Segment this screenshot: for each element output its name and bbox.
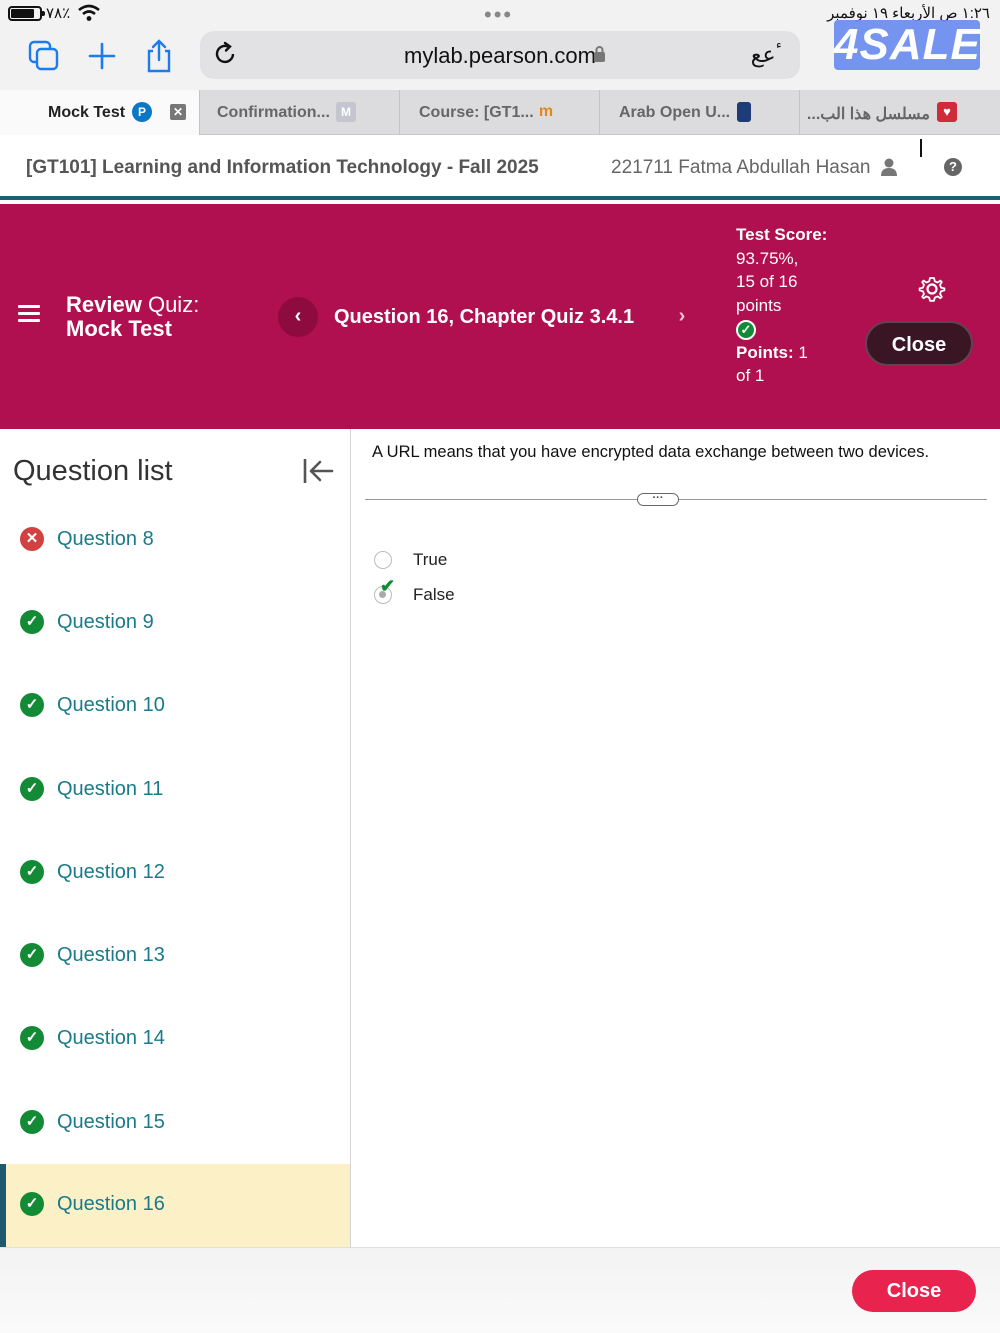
question-list-item[interactable]: ✕ Question 8	[0, 499, 350, 582]
points-label: Points:	[736, 342, 794, 362]
course-title[interactable]: [GT101] Learning and Information Technol…	[26, 157, 539, 179]
address-bar[interactable]: mylab.pearson.com ٴعع	[200, 31, 800, 79]
tab-label: Course: [GT1...	[419, 104, 534, 121]
m-favicon-icon: M	[336, 102, 356, 122]
question-list-item[interactable]: ✓ Question 13	[0, 915, 350, 998]
test-name: Mock Test	[66, 316, 172, 341]
option-label: True	[413, 550, 448, 569]
new-tab-icon[interactable]	[84, 38, 120, 74]
review-label: Review	[66, 292, 142, 317]
tab-label: Confirmation...	[217, 104, 330, 121]
user-name[interactable]: 221711 Fatma Abdullah Hasan	[611, 157, 871, 179]
question-link[interactable]: Question 16	[57, 1193, 165, 1216]
correct-check-icon: ✓	[20, 860, 44, 884]
question-link[interactable]: Question 12	[57, 861, 165, 884]
question-list-item[interactable]: ✓ Question 15	[0, 1082, 350, 1165]
tab-label: مسلسل هذا الب...	[806, 106, 930, 123]
text-cursor	[920, 139, 922, 157]
answer-option-false[interactable]: ✔ False	[374, 576, 674, 607]
question-link[interactable]: Question 11	[57, 778, 163, 801]
collapse-panel-icon[interactable]	[302, 456, 334, 486]
points-value: 1	[798, 342, 808, 362]
close-button[interactable]: Close	[865, 321, 973, 366]
points-total: of 1	[736, 366, 765, 385]
correct-check-icon: ✓	[20, 610, 44, 634]
correct-check-icon: ✓	[20, 1026, 44, 1050]
close-button-bottom[interactable]: Close	[852, 1270, 976, 1312]
text-size-button[interactable]: ٴعع	[751, 42, 782, 68]
divider-handle[interactable]: ···	[637, 493, 679, 506]
heart-favicon-icon: ♥	[937, 102, 957, 122]
browser-tab-strip: Mock Test P ✕ Confirmation... M Course: …	[0, 90, 1000, 135]
tab-arab-open-university[interactable]: Arab Open U...	[600, 90, 800, 135]
url-text: mylab.pearson.com	[404, 43, 596, 68]
question-link[interactable]: Question 15	[57, 1111, 165, 1134]
moodle-favicon-icon: m	[538, 103, 554, 120]
score-label: Test Score:	[736, 225, 828, 244]
gear-icon[interactable]	[918, 275, 946, 303]
tab-label: Arab Open U...	[619, 104, 731, 121]
user-icon[interactable]	[880, 157, 898, 177]
tab-confirmation[interactable]: Confirmation... M	[200, 90, 400, 135]
course-header: [GT101] Learning and Information Technol…	[0, 135, 1000, 200]
menu-icon[interactable]	[18, 305, 40, 323]
radio-button[interactable]	[374, 551, 392, 569]
quiz-title: Review Quiz: Mock Test	[66, 293, 199, 341]
tab-close-icon[interactable]: ✕	[170, 104, 186, 120]
question-link[interactable]: Question 10	[57, 694, 165, 717]
question-list-item[interactable]: ✓ Question 10	[0, 665, 350, 748]
question-list-title: Question list	[13, 455, 173, 487]
tab-label: Mock Test	[48, 104, 126, 121]
option-label: False	[413, 585, 455, 604]
question-list-item[interactable]: ✓ Question 9	[0, 582, 350, 665]
question-text: A URL means that you have encrypted data…	[372, 443, 930, 461]
question-link[interactable]: Question 9	[57, 611, 154, 634]
question-panel: A URL means that you have encrypted data…	[352, 429, 1000, 1247]
wifi-icon	[78, 4, 100, 21]
correct-check-icon: ✓	[736, 319, 756, 340]
answer-option-true[interactable]: True	[374, 548, 674, 572]
quiz-header: Review Quiz: Mock Test ‹ Question 16, Ch…	[0, 204, 1000, 429]
question-list-item[interactable]: ✓ Question 14	[0, 998, 350, 1081]
tab-course[interactable]: Course: [GT1... m	[400, 90, 600, 135]
question-list-item[interactable]: ✓ Question 12	[0, 832, 350, 915]
footer-bar: Close	[0, 1247, 1000, 1333]
score-count: 15 of 16	[736, 272, 798, 291]
previous-question-button[interactable]: ‹	[278, 297, 318, 337]
tabs-icon[interactable]	[26, 38, 62, 74]
help-icon[interactable]: ?	[944, 158, 962, 176]
quiz-label: Quiz:	[147, 292, 200, 317]
question-list-item[interactable]: ✓ Question 11	[0, 749, 350, 832]
score-percent: 93.75%,	[736, 248, 799, 268]
pearson-favicon-icon: P	[132, 102, 152, 122]
incorrect-x-icon: ✕	[20, 527, 44, 551]
multitask-dots-icon[interactable]: •••	[484, 2, 513, 28]
tab-series[interactable]: مسلسل هذا الب... ♥	[800, 90, 1000, 135]
correct-check-icon: ✔	[380, 576, 396, 596]
lock-icon	[594, 46, 605, 62]
score-summary: Test Score: 93.75%, 15 of 16 points ✓ Po…	[736, 223, 832, 388]
page: ٧٨٪ ••• ١:٢٦ ص الأربعاء ١٩ نوفمبر mylab.…	[0, 0, 1000, 1333]
correct-check-icon: ✓	[20, 1192, 44, 1216]
question-list-panel: Question list ✕ Question 8 ✓ Question 9 …	[0, 429, 351, 1247]
correct-check-icon: ✓	[20, 943, 44, 967]
tab-mock-test[interactable]: Mock Test P ✕	[0, 90, 200, 135]
question-link[interactable]: Question 14	[57, 1027, 165, 1050]
question-title: Question 16, Chapter Quiz 3.4.1	[334, 306, 635, 328]
watermark-logo: 4SALE	[834, 20, 981, 70]
correct-check-icon: ✓	[20, 777, 44, 801]
question-list-item-current[interactable]: ✓ Question 16	[0, 1164, 350, 1247]
document-favicon-icon	[737, 102, 751, 122]
share-icon[interactable]	[141, 38, 177, 74]
next-question-button[interactable]: ›	[662, 297, 702, 337]
battery-percent: ٧٨٪	[46, 5, 71, 22]
score-unit: points	[736, 295, 782, 315]
correct-check-icon: ✓	[20, 1110, 44, 1134]
correct-check-icon: ✓	[20, 693, 44, 717]
question-link[interactable]: Question 13	[57, 944, 165, 967]
battery-icon	[8, 6, 45, 21]
question-link[interactable]: Question 8	[57, 528, 154, 551]
